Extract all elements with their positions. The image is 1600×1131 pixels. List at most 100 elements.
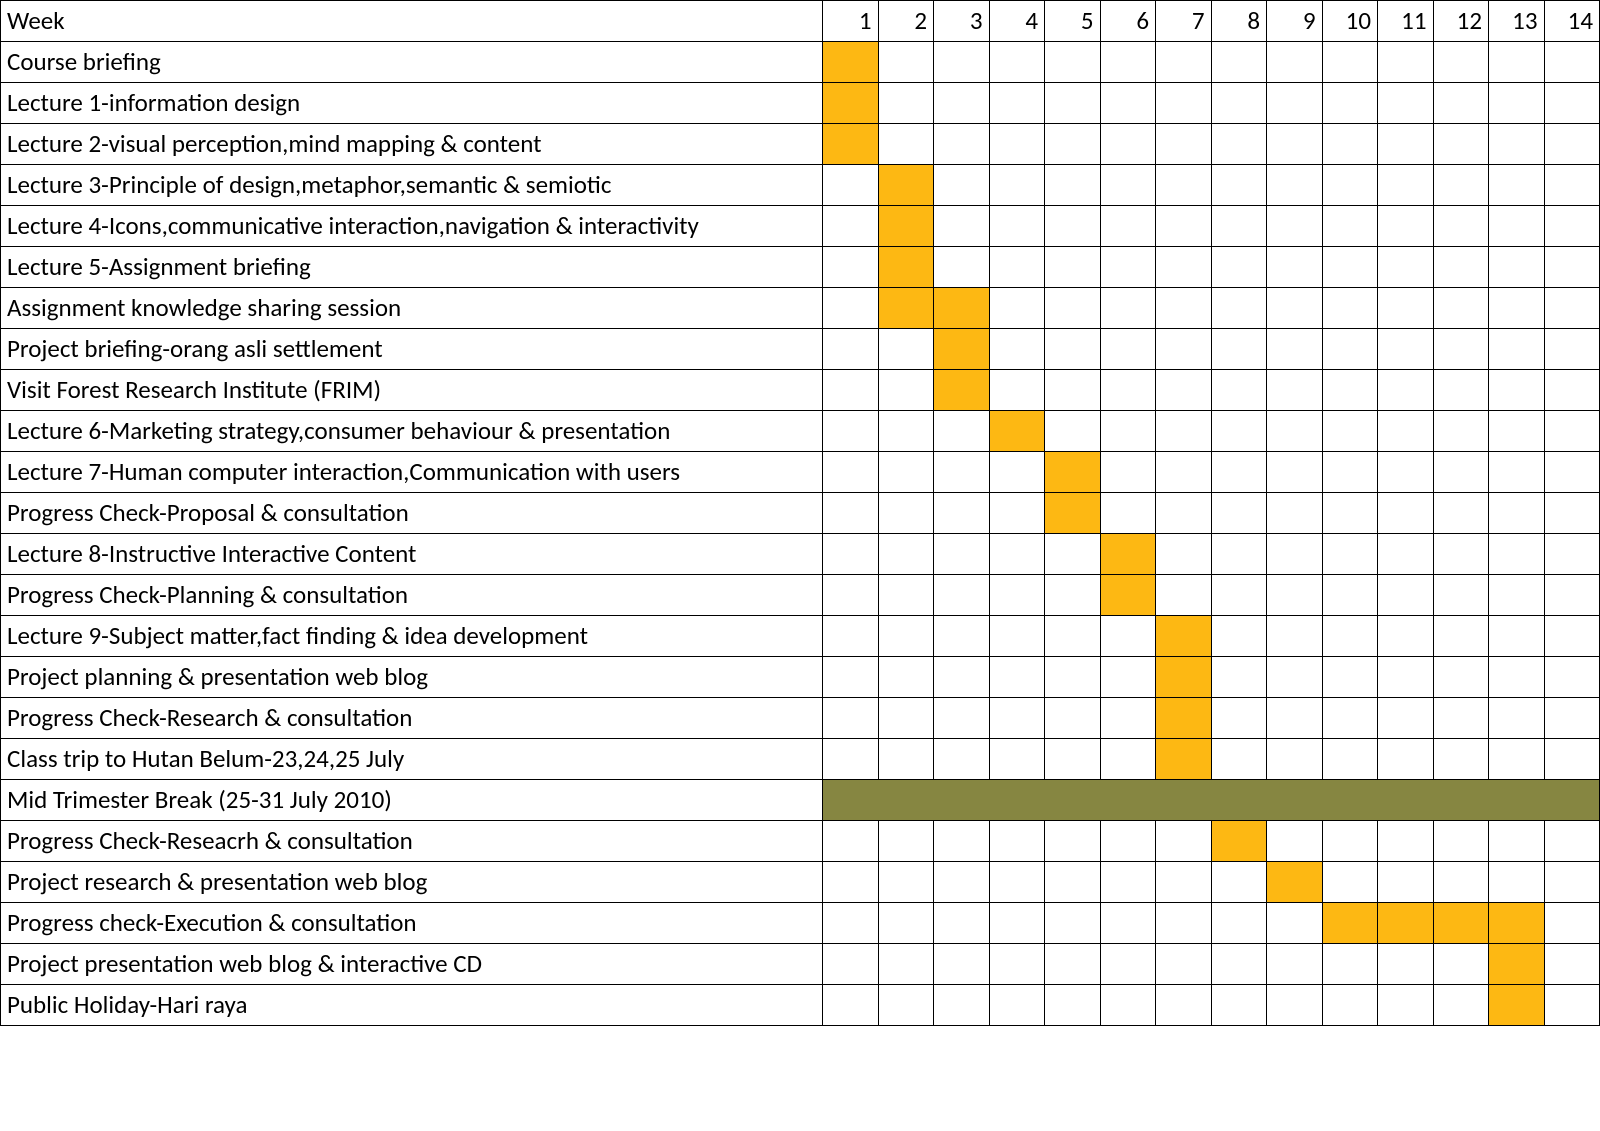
week-cell [1489, 42, 1545, 83]
week-cell [1156, 247, 1212, 288]
week-cell [1267, 944, 1323, 985]
week-cell [1544, 411, 1600, 452]
week-cell [1433, 165, 1489, 206]
week-cell [1322, 288, 1378, 329]
week-cell [1378, 985, 1434, 1026]
table-row: Progress Check-Proposal & consultation [1, 493, 1600, 534]
week-cell [1156, 124, 1212, 165]
week-cell [989, 698, 1045, 739]
week-cell [1378, 698, 1434, 739]
week-cell [1267, 534, 1323, 575]
week-cell [1489, 616, 1545, 657]
week-cell [1378, 575, 1434, 616]
week-cell [1322, 329, 1378, 370]
week-cell [1267, 288, 1323, 329]
week-cell [823, 944, 879, 985]
table-row: Lecture 1-information design [1, 83, 1600, 124]
week-cell [823, 370, 879, 411]
week-cell [1433, 329, 1489, 370]
week-cell [1267, 411, 1323, 452]
week-cell [1100, 206, 1156, 247]
row-label: Progress check-Execution & consultation [1, 903, 823, 944]
week-cell [1045, 411, 1101, 452]
week-cell [878, 616, 934, 657]
week-cell [1100, 452, 1156, 493]
week-header-12: 12 [1433, 1, 1489, 42]
row-label: Progress Check-Research & consultation [1, 698, 823, 739]
week-header-8: 8 [1211, 1, 1267, 42]
row-label: Mid Trimester Break (25-31 July 2010) [1, 780, 823, 821]
week-cell [1045, 493, 1101, 534]
week-cell [934, 165, 990, 206]
week-cell [1100, 575, 1156, 616]
week-cell [1045, 452, 1101, 493]
week-cell [989, 739, 1045, 780]
week-cell [1544, 575, 1600, 616]
week-cell [823, 985, 879, 1026]
break-bar [823, 780, 1600, 821]
gantt-body: Course briefingLecture 1-information des… [1, 42, 1600, 1026]
table-row: Project briefing-orang asli settlement [1, 329, 1600, 370]
week-cell [1489, 411, 1545, 452]
week-header-6: 6 [1100, 1, 1156, 42]
week-cell [878, 370, 934, 411]
week-cell [878, 985, 934, 1026]
week-cell [823, 739, 879, 780]
week-cell [1267, 821, 1323, 862]
week-cell [1322, 657, 1378, 698]
week-cell [878, 206, 934, 247]
week-cell [878, 739, 934, 780]
week-cell [989, 288, 1045, 329]
week-cell [878, 329, 934, 370]
week-header-2: 2 [878, 1, 934, 42]
week-cell [1156, 288, 1212, 329]
week-cell [1267, 903, 1323, 944]
week-cell [1489, 370, 1545, 411]
week-cell [1544, 985, 1600, 1026]
week-cell [1267, 247, 1323, 288]
week-cell [934, 575, 990, 616]
week-cell [934, 862, 990, 903]
week-cell [1489, 329, 1545, 370]
week-cell [1100, 370, 1156, 411]
week-cell [1100, 329, 1156, 370]
week-cell [1045, 903, 1101, 944]
week-cell [934, 739, 990, 780]
week-cell [1433, 985, 1489, 1026]
week-cell [989, 124, 1045, 165]
week-cell [1544, 944, 1600, 985]
table-row: Progress Check-Planning & consultation [1, 575, 1600, 616]
week-cell [1045, 616, 1101, 657]
week-cell [1378, 411, 1434, 452]
header-row: Week 1234567891011121314 [1, 1, 1600, 42]
week-cell [1211, 411, 1267, 452]
row-label: Lecture 6-Marketing strategy,consumer be… [1, 411, 823, 452]
week-cell [1378, 657, 1434, 698]
week-cell [934, 124, 990, 165]
week-cell [1322, 493, 1378, 534]
week-cell [1156, 493, 1212, 534]
week-cell [934, 903, 990, 944]
week-cell [1489, 698, 1545, 739]
week-cell [934, 329, 990, 370]
table-row: Lecture 3-Principle of design,metaphor,s… [1, 165, 1600, 206]
week-cell [1100, 862, 1156, 903]
week-cell [1433, 288, 1489, 329]
week-cell [1433, 42, 1489, 83]
week-cell [1267, 862, 1323, 903]
week-cell [1378, 903, 1434, 944]
week-cell [1433, 534, 1489, 575]
table-row: Lecture 2-visual perception,mind mapping… [1, 124, 1600, 165]
week-cell [1489, 944, 1545, 985]
week-cell [823, 657, 879, 698]
row-label: Lecture 2-visual perception,mind mapping… [1, 124, 823, 165]
week-cell [1211, 329, 1267, 370]
week-cell [1489, 247, 1545, 288]
week-cell [1378, 206, 1434, 247]
row-label: Lecture 1-information design [1, 83, 823, 124]
week-cell [1211, 124, 1267, 165]
week-cell [989, 411, 1045, 452]
week-cell [1211, 616, 1267, 657]
table-row: Mid Trimester Break (25-31 July 2010) [1, 780, 1600, 821]
row-label: Class trip to Hutan Belum-23,24,25 July [1, 739, 823, 780]
